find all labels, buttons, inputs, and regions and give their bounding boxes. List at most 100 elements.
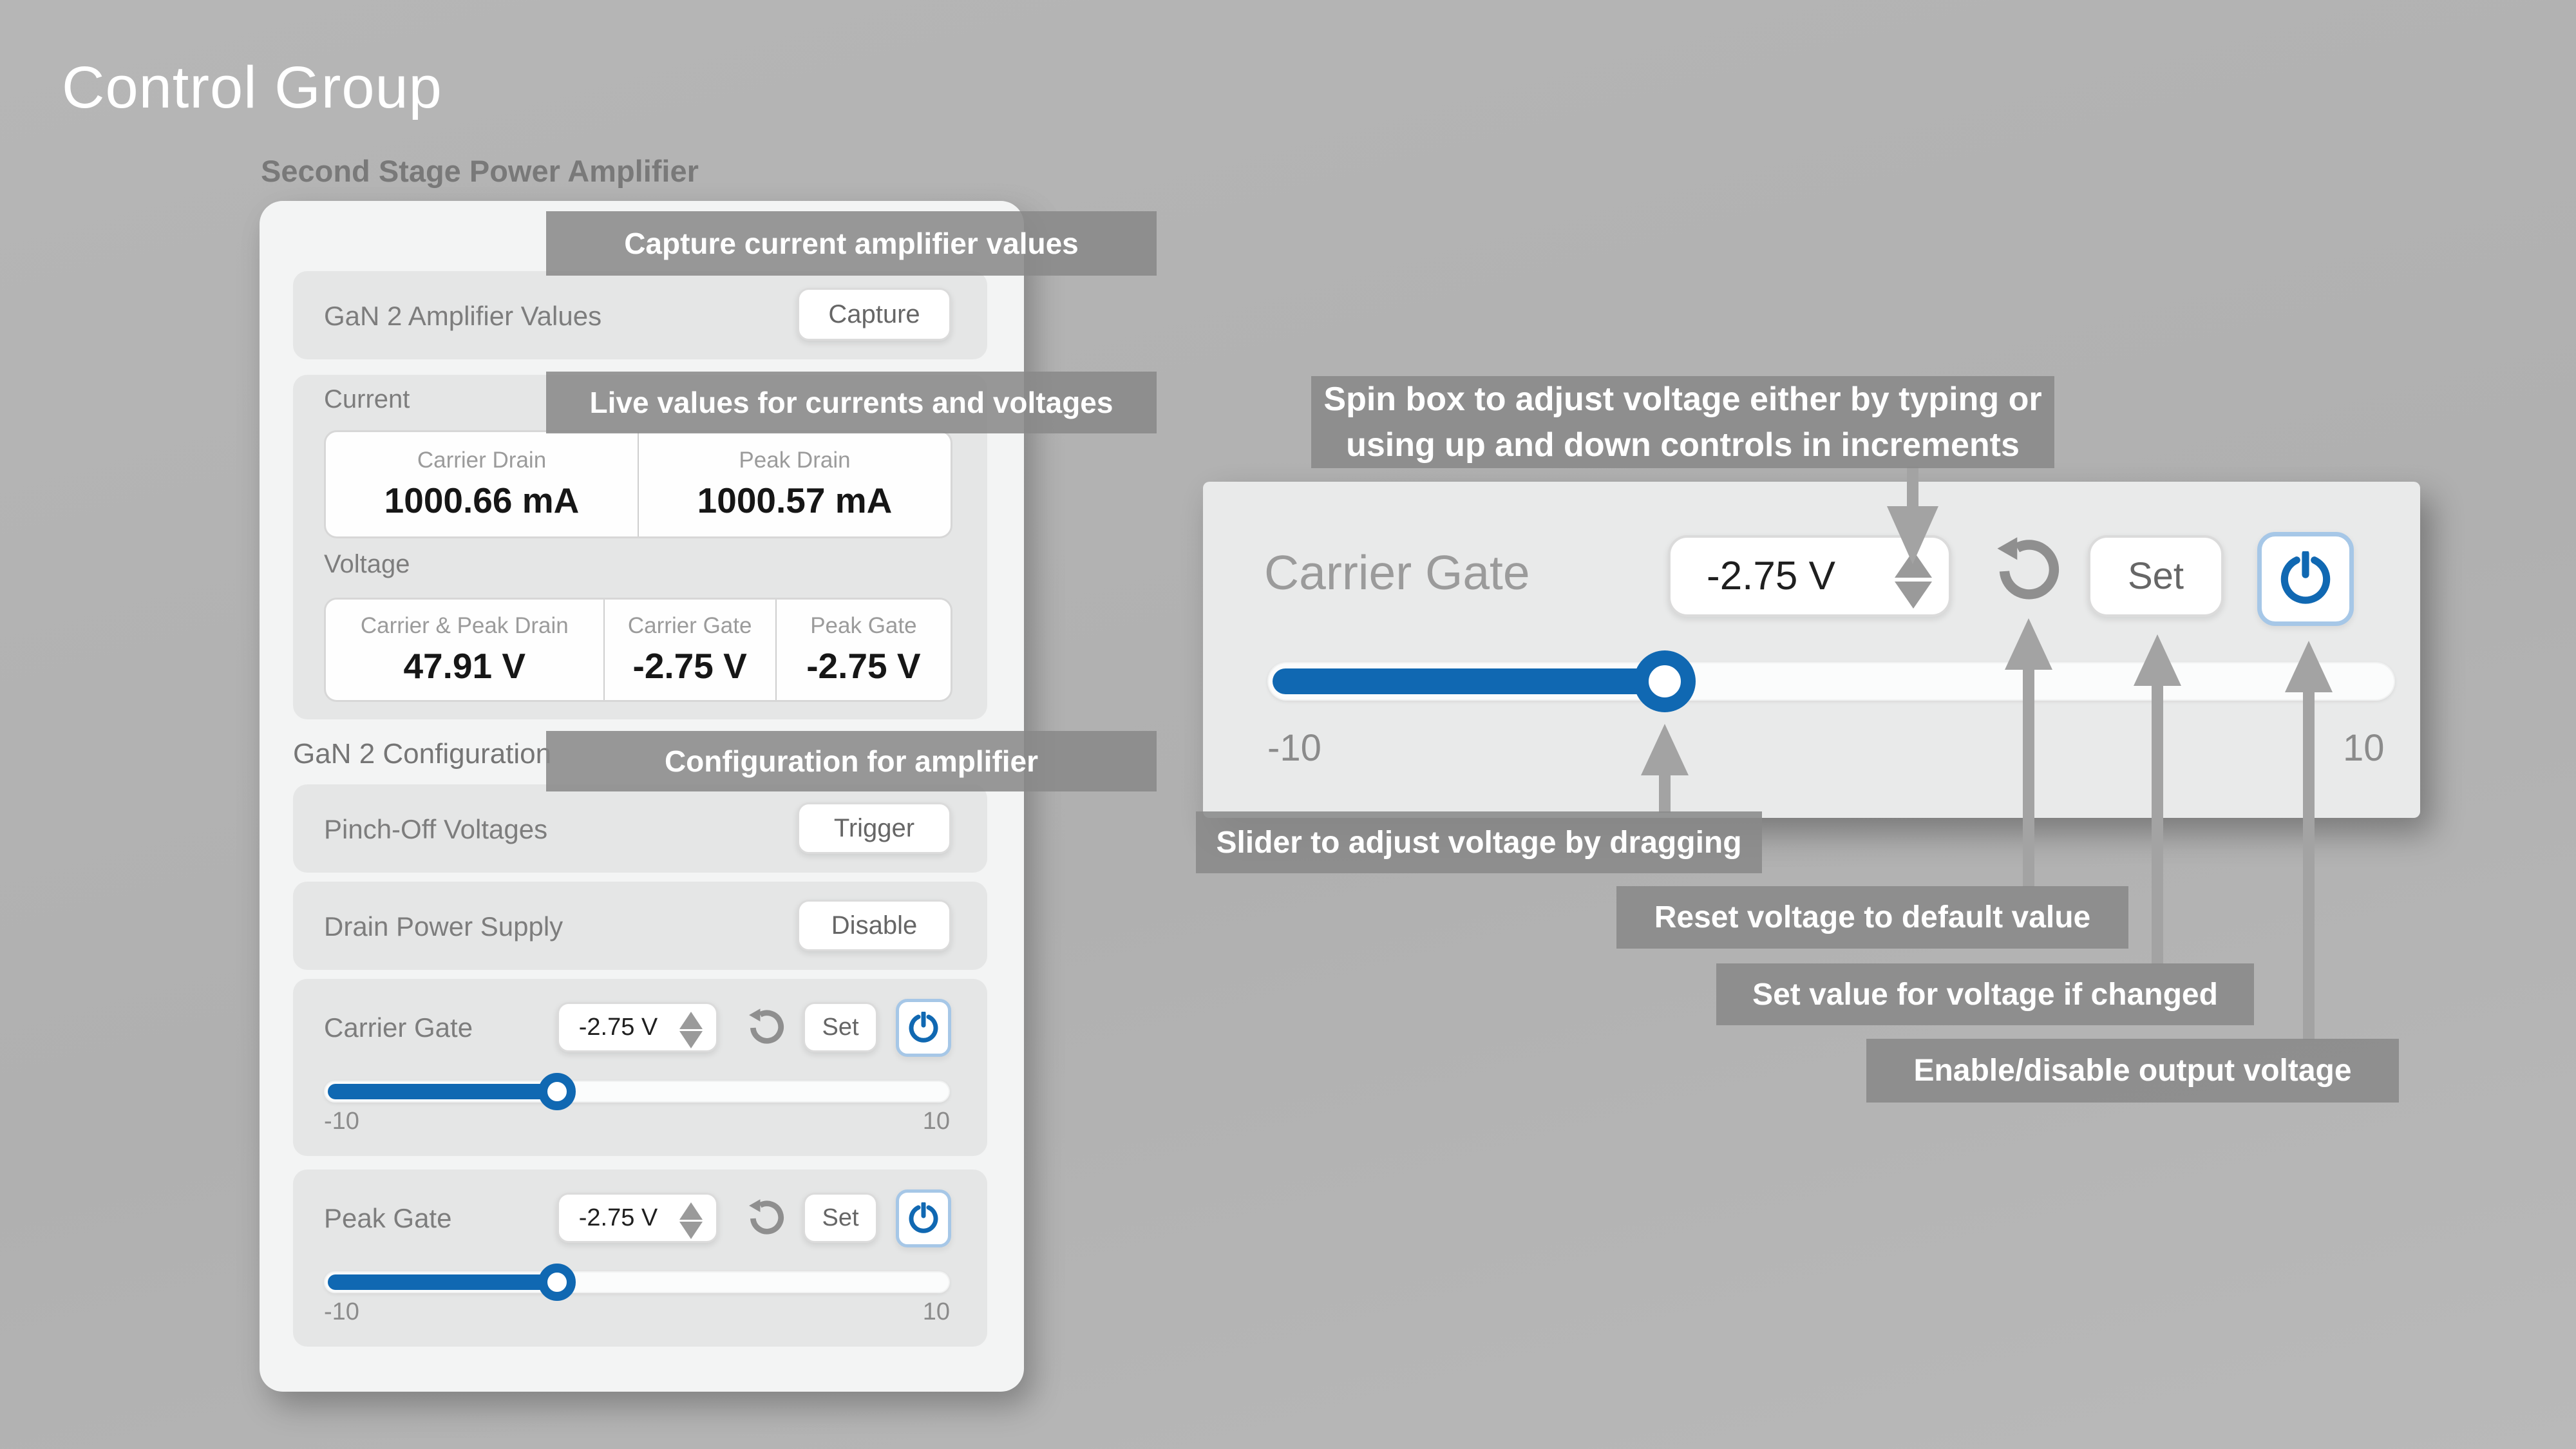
slider-max-label: 10 — [2343, 726, 2385, 770]
drain-supply-row: Drain Power Supply Disable — [293, 882, 987, 970]
peak-gate-row-label: Peak Gate — [324, 1203, 451, 1234]
carrier-peak-drain-label: Carrier & Peak Drain — [361, 613, 569, 639]
set-button[interactable]: Set — [2088, 535, 2224, 617]
configuration-title: GaN 2 Configuration — [293, 738, 551, 770]
peak-gate-voltage-label: Peak Gate — [810, 613, 916, 639]
voltage-values-box: Carrier & Peak Drain 47.91 V Carrier Gat… — [324, 598, 952, 702]
callout-configuration: Configuration for amplifier — [546, 731, 1157, 791]
detail-spin-value[interactable]: -2.75 V — [1707, 553, 1913, 599]
spinbox-arrow-head — [1887, 506, 1938, 564]
callout-power-text: Enable/disable output voltage — [1913, 1053, 2351, 1088]
peak-drain-cell: Peak Drain 1000.57 mA — [638, 432, 951, 536]
capture-row-label: GaN 2 Amplifier Values — [324, 301, 601, 332]
slider-fill — [328, 1084, 565, 1099]
power-icon — [907, 1202, 940, 1235]
set-button[interactable]: Set — [803, 1002, 878, 1052]
power-icon — [907, 1012, 940, 1044]
trigger-button[interactable]: Trigger — [797, 802, 951, 854]
callout-live-values: Live values for currents and voltages — [546, 372, 1157, 433]
peak-drain-label: Peak Drain — [739, 448, 850, 473]
slider-arrow-head — [1641, 724, 1689, 775]
slider-handle[interactable] — [538, 1264, 576, 1301]
group-subtitle: Second Stage Power Amplifier — [261, 153, 699, 189]
slider-max-label: 10 — [923, 1108, 950, 1135]
carrier-gate-voltage-label: Carrier Gate — [628, 613, 752, 639]
slider-fill — [328, 1274, 565, 1290]
callout-spinbox-line2: using up and down controls in increments — [1346, 422, 2020, 468]
power-arrow-head — [2285, 641, 2333, 692]
callout-capture: Capture current amplifier values — [546, 211, 1157, 276]
carrier-gate-slider[interactable] — [324, 1081, 950, 1103]
callout-live-values-text: Live values for currents and voltages — [590, 385, 1113, 420]
spin-up-icon[interactable] — [679, 1202, 703, 1220]
spin-down-icon[interactable] — [1895, 582, 1932, 609]
peak-gate-voltage-cell: Peak Gate -2.75 V — [775, 600, 951, 700]
peak-gate-row: Peak Gate -2.75 V Set -10 — [293, 1170, 987, 1347]
power-toggle-button[interactable] — [896, 999, 951, 1057]
set-arrow-head — [2134, 634, 2181, 686]
callout-configuration-text: Configuration for amplifier — [665, 744, 1038, 779]
set-button[interactable]: Set — [803, 1193, 878, 1243]
slider-handle[interactable] — [538, 1073, 576, 1110]
capture-row: GaN 2 Amplifier Values Capture — [293, 271, 987, 359]
power-arrow-stem — [2303, 690, 2315, 1040]
slider-min-label: -10 — [324, 1298, 359, 1326]
slider-arrow-stem — [1659, 773, 1671, 813]
carrier-drain-cell: Carrier Drain 1000.66 mA — [326, 432, 638, 536]
slider-min-label: -10 — [1267, 726, 1321, 770]
peak-drain-value: 1000.57 mA — [697, 480, 893, 521]
slider-min-label: -10 — [324, 1108, 359, 1135]
carrier-gate-voltage-value: -2.75 V — [633, 645, 747, 687]
reset-icon[interactable] — [747, 1198, 787, 1238]
set-arrow-stem — [2152, 683, 2163, 965]
page: Control Group Second Stage Power Amplifi… — [0, 0, 2576, 1449]
pinch-off-row: Pinch-Off Voltages Trigger — [293, 784, 987, 873]
reset-arrow-head — [2005, 618, 2052, 670]
spin-down-icon[interactable] — [679, 1031, 703, 1048]
callout-set: Set value for voltage if changed — [1716, 963, 2254, 1025]
peak-gate-spin-value[interactable]: -2.75 V — [579, 1204, 697, 1232]
drain-supply-label: Drain Power Supply — [324, 911, 563, 942]
callout-slider: Slider to adjust voltage by dragging — [1196, 811, 1762, 873]
carrier-gate-voltage-cell: Carrier Gate -2.75 V — [603, 600, 775, 700]
peak-gate-spinbox[interactable]: -2.75 V — [557, 1193, 718, 1243]
slider-handle[interactable] — [1634, 650, 1696, 712]
carrier-gate-spin-value[interactable]: -2.75 V — [579, 1014, 697, 1041]
carrier-gate-spinbox[interactable]: -2.75 V — [557, 1002, 718, 1052]
reset-icon[interactable] — [747, 1008, 787, 1048]
spin-up-icon[interactable] — [679, 1012, 703, 1029]
callout-spinbox: Spin box to adjust voltage either by typ… — [1311, 376, 2054, 468]
power-toggle-button[interactable] — [896, 1189, 951, 1247]
callout-spinbox-line1: Spin box to adjust voltage either by typ… — [1323, 377, 2041, 422]
page-title: Control Group — [62, 54, 442, 122]
peak-gate-voltage-value: -2.75 V — [806, 645, 920, 687]
carrier-drain-value: 1000.66 mA — [384, 480, 580, 521]
carrier-gate-row: Carrier Gate -2.75 V Set -10 — [293, 979, 987, 1156]
reset-arrow-stem — [2023, 667, 2034, 887]
callout-reset: Reset voltage to default value — [1616, 886, 2128, 949]
carrier-peak-drain-value: 47.91 V — [403, 645, 526, 687]
capture-button[interactable]: Capture — [797, 288, 951, 341]
voltage-section-label: Voltage — [324, 550, 410, 579]
slider-max-label: 10 — [923, 1298, 950, 1326]
detail-row-label: Carrier Gate — [1264, 545, 1530, 600]
disable-button[interactable]: Disable — [797, 900, 951, 951]
peak-gate-slider[interactable] — [324, 1271, 950, 1293]
callout-power: Enable/disable output voltage — [1866, 1039, 2399, 1103]
power-icon — [2278, 551, 2333, 607]
carrier-gate-row-label: Carrier Gate — [324, 1012, 473, 1043]
spin-down-icon[interactable] — [679, 1222, 703, 1239]
slider-fill — [1273, 668, 1676, 694]
callout-reset-text: Reset voltage to default value — [1654, 900, 2091, 935]
power-toggle-button[interactable] — [2257, 532, 2354, 626]
detail-slider[interactable] — [1267, 662, 2395, 701]
callout-set-text: Set value for voltage if changed — [1752, 977, 2218, 1012]
pinch-off-label: Pinch-Off Voltages — [324, 814, 547, 845]
carrier-drain-label: Carrier Drain — [417, 448, 546, 473]
callout-capture-text: Capture current amplifier values — [624, 226, 1079, 261]
spinbox-arrow-stem — [1907, 466, 1918, 507]
callout-slider-text: Slider to adjust voltage by dragging — [1216, 825, 1741, 860]
reset-icon[interactable] — [1994, 536, 2065, 607]
carrier-gate-detail-panel: Carrier Gate -2.75 V Set -10 10 — [1203, 482, 2420, 818]
carrier-peak-drain-cell: Carrier & Peak Drain 47.91 V — [326, 600, 603, 700]
